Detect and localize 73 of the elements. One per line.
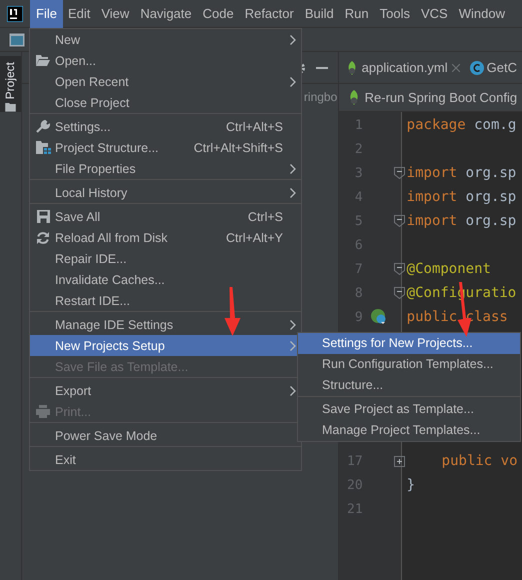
shortcut-label: Ctrl+Alt+Y (226, 230, 283, 244)
chevron-right-icon (290, 164, 296, 174)
menu-item[interactable]: Local History (30, 182, 301, 203)
menu-bar-item[interactable]: VCS (414, 0, 454, 28)
notification-text[interactable]: Re-run Spring Boot Config (364, 90, 518, 105)
code-line: } (406, 477, 416, 493)
shortcut-label: Ctrl+S (248, 210, 283, 224)
menu-bar-item[interactable]: Edit (62, 0, 96, 28)
fold-icon[interactable] (394, 167, 405, 179)
code-line: import org.sp (406, 213, 516, 229)
menu-item[interactable]: Open Recent (30, 71, 301, 92)
reload-icon (36, 230, 50, 244)
editor-tab[interactable]: GetC (464, 52, 522, 83)
menu-item[interactable]: File Properties (30, 158, 301, 179)
menu-item[interactable]: Power Save Mode (30, 425, 301, 446)
menu-bar-item[interactable]: Code (196, 0, 240, 28)
menu-bar-item[interactable]: Build (298, 0, 340, 28)
editor-tab[interactable]: application.yml (340, 52, 465, 83)
menu-item[interactable]: Settings for New Projects... (298, 333, 520, 354)
minimize-icon[interactable] (316, 66, 328, 68)
class-icon (470, 60, 484, 74)
code-line: package com.g (406, 117, 516, 133)
shortcut-label: Ctrl+Alt+S (226, 120, 283, 134)
leaf-icon (346, 60, 358, 74)
menu-item[interactable]: New (30, 29, 301, 50)
menu-item[interactable]: Reload All from Disk Ctrl+Alt+Y (30, 227, 301, 248)
chevron-right-icon (290, 34, 296, 44)
menu-item[interactable]: Manage Project Templates... (298, 420, 520, 441)
menu-bar-item[interactable]: Tools (374, 0, 416, 28)
menu-item[interactable]: Save Project as Template... (298, 399, 520, 420)
code-line: @Component (406, 261, 491, 277)
fold-icon[interactable] (394, 263, 405, 275)
menu-item[interactable]: Project Structure... Ctrl+Alt+Shift+S (30, 137, 301, 158)
menu-bar-item[interactable]: View (95, 0, 136, 28)
menu-item[interactable]: Open... (30, 50, 301, 71)
menu-item[interactable]: Run Configuration Templates... (298, 354, 520, 375)
menu-item[interactable]: Repair IDE... (30, 248, 301, 269)
menu-bar-item[interactable]: Navigate (134, 0, 198, 28)
chevron-right-icon (290, 386, 296, 396)
menu-item[interactable]: Structure... (298, 375, 520, 396)
menu-item[interactable]: Restart IDE... (30, 290, 301, 311)
folder-icon (36, 55, 50, 66)
fold-icon[interactable] (394, 287, 405, 299)
window-icon[interactable] (9, 32, 25, 46)
menu-item[interactable]: Export (30, 380, 301, 401)
chevron-right-icon (290, 188, 296, 198)
menu-item[interactable]: Save All Ctrl+S (30, 206, 301, 227)
menu-bar-item[interactable]: Window (452, 0, 511, 28)
folder-grid-icon (36, 141, 50, 154)
fold-icon[interactable] (394, 215, 405, 227)
project-tool-tab[interactable]: Project (0, 56, 21, 112)
menu-bar-item[interactable]: File (30, 0, 63, 28)
app-logo-icon (7, 6, 23, 22)
chevron-right-icon (290, 320, 296, 330)
unfold-icon[interactable] (394, 456, 405, 466)
menu-item[interactable]: Invalidate Caches... (30, 269, 301, 290)
menu-item[interactable]: Exit (30, 449, 301, 470)
code-line: import org.sp (406, 189, 516, 205)
menu-bar-item[interactable]: Refactor (238, 0, 300, 28)
chevron-right-icon (290, 340, 296, 350)
folder-icon (4, 103, 16, 112)
code-line: import org.sp (406, 165, 516, 181)
menu-item[interactable]: Settings... Ctrl+Alt+S (30, 116, 301, 137)
bean-icon[interactable] (370, 309, 387, 325)
shortcut-label: Ctrl+Alt+Shift+S (194, 140, 283, 154)
chevron-right-icon (290, 76, 296, 86)
menu-item[interactable]: Manage IDE Settings (30, 314, 301, 335)
code-line: public vo (440, 453, 518, 469)
wrench-icon (36, 120, 50, 134)
printer-icon (36, 405, 50, 418)
menu-bar-item[interactable]: Run (338, 0, 375, 28)
annotation-arrow (224, 287, 240, 336)
menu-item[interactable]: Close Project (30, 92, 301, 113)
